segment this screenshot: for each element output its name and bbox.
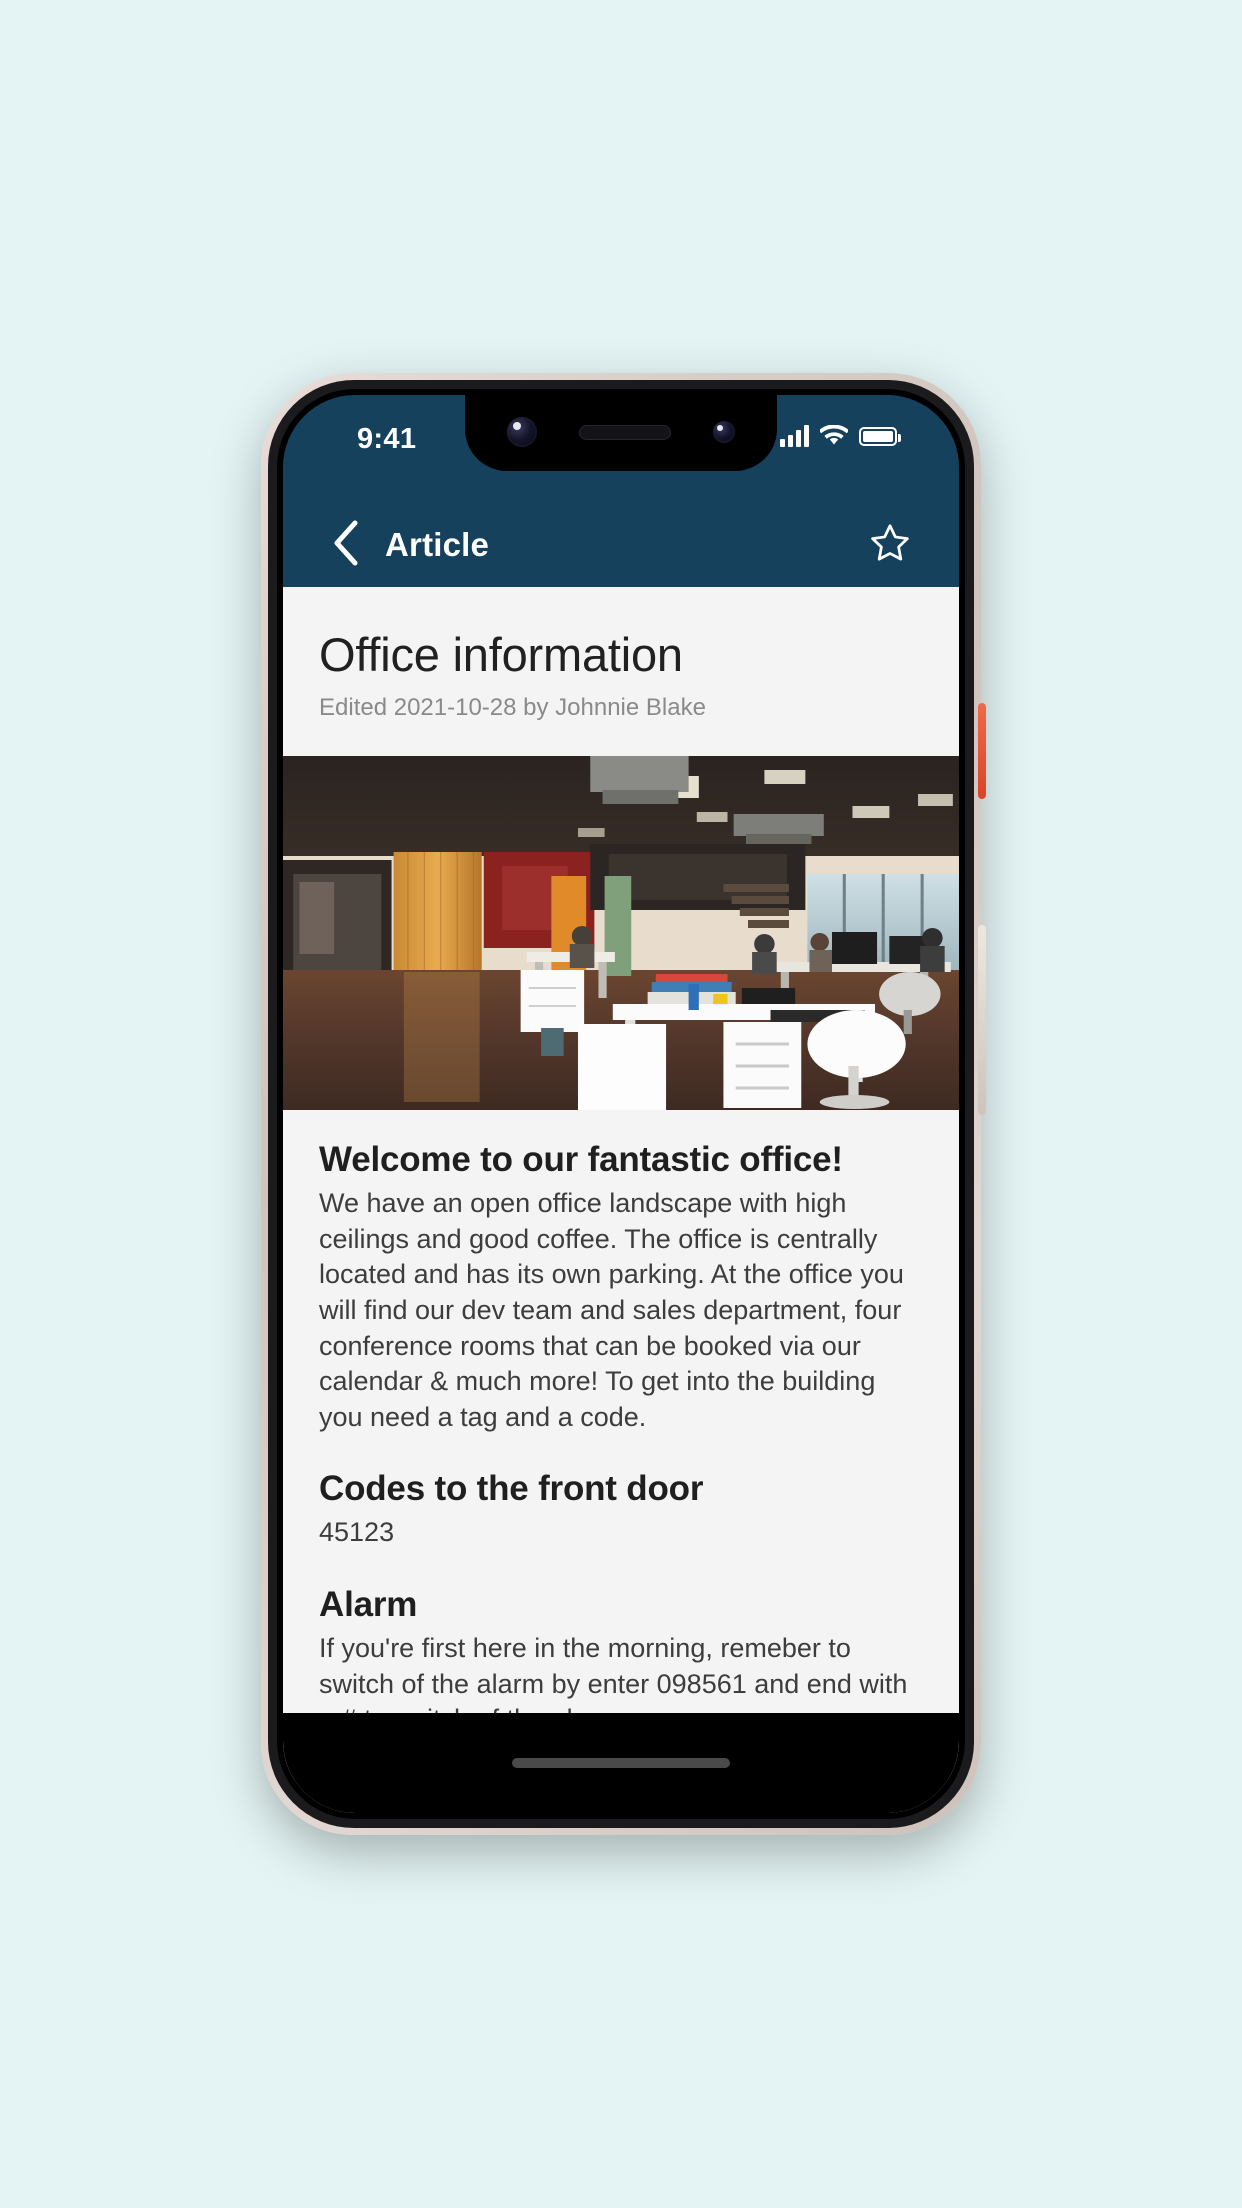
phone-screen: 9:41 Article Office information Edited 2… bbox=[283, 395, 959, 1813]
face-sensor-icon bbox=[713, 421, 735, 443]
article-content: Office information Edited 2021-10-28 by … bbox=[283, 587, 959, 1813]
star-outline-icon bbox=[867, 521, 913, 570]
section-heading: Welcome to our fantastic office! bbox=[319, 1140, 843, 1179]
nav-title: Article bbox=[385, 526, 490, 563]
section-heading: Codes to the front door bbox=[319, 1469, 704, 1509]
front-camera-icon bbox=[507, 417, 537, 447]
device-notch bbox=[465, 395, 777, 471]
status-icons bbox=[780, 425, 901, 447]
earpiece-speaker bbox=[579, 424, 671, 440]
home-indicator[interactable] bbox=[512, 1758, 730, 1768]
screenshot-stage: 9:41 Article Office information Edited 2… bbox=[0, 0, 1242, 2208]
home-indicator-area bbox=[283, 1713, 959, 1813]
nav-bar: Article bbox=[283, 503, 959, 587]
article-body: Welcome to our fantastic office! We have… bbox=[283, 1110, 959, 1779]
chevron-left-icon bbox=[331, 520, 359, 571]
article-header: Office information Edited 2021-10-28 by … bbox=[283, 587, 959, 756]
wifi-icon bbox=[820, 425, 848, 447]
favorite-button[interactable] bbox=[861, 516, 919, 574]
article-meta: Edited 2021-10-28 by Johnnie Blake bbox=[319, 694, 706, 721]
section-welcome: Welcome to our fantastic office! We have… bbox=[319, 1140, 923, 1435]
battery-full-icon bbox=[859, 426, 901, 446]
status-bar: 9:41 bbox=[283, 395, 959, 503]
volume-button[interactable] bbox=[978, 925, 986, 1115]
phone-device: 9:41 Article Office information Edited 2… bbox=[261, 373, 986, 1835]
back-button[interactable] bbox=[317, 517, 373, 573]
page-title: Office information bbox=[319, 628, 683, 681]
section-heading: Alarm bbox=[319, 1585, 418, 1624]
mute-switch[interactable] bbox=[978, 703, 986, 799]
section-codes: Codes to the front door 45123 bbox=[319, 1469, 923, 1551]
section-text: 45123 bbox=[319, 1517, 395, 1548]
cellular-signal-icon bbox=[780, 425, 809, 447]
status-time: 9:41 bbox=[357, 423, 417, 455]
hero-image bbox=[283, 756, 959, 1110]
section-text: We have an open office landscape with hi… bbox=[319, 1188, 904, 1432]
